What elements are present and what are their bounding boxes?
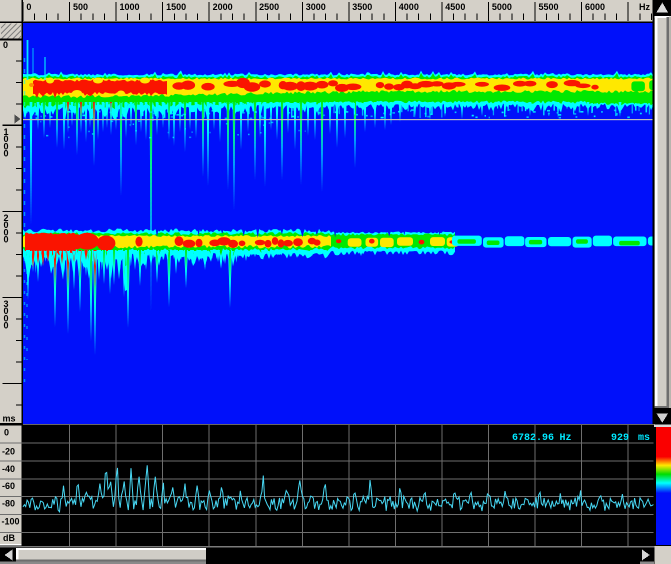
svg-text:Hz: Hz [639,2,650,12]
svg-text:0: 0 [3,40,8,50]
svg-text:3500: 3500 [352,2,372,12]
svg-text:dB: dB [3,533,15,543]
svg-text:2000: 2000 [213,2,233,12]
svg-text:-40: -40 [2,464,15,474]
svg-text:0: 0 [4,235,9,245]
svg-text:4000: 4000 [399,2,419,12]
svg-text:1500: 1500 [166,2,186,12]
svg-text:0: 0 [4,321,9,331]
svg-text:4500: 4500 [445,2,465,12]
svg-text:500: 500 [73,2,88,12]
svg-text:0: 0 [4,427,9,437]
svg-text:Hz: Hz [560,433,572,444]
svg-text:ms: ms [3,414,16,424]
svg-text:ms: ms [638,433,650,444]
svg-text:0: 0 [26,2,31,12]
svg-text:929: 929 [611,433,629,444]
svg-text:2500: 2500 [259,2,279,12]
svg-text:6000: 6000 [585,2,605,12]
svg-text:-60: -60 [2,481,15,491]
svg-text:1000: 1000 [120,2,140,12]
svg-text:3000: 3000 [306,2,326,12]
svg-text:-20: -20 [2,446,15,456]
svg-text:0: 0 [4,149,9,159]
svg-text:-80: -80 [2,499,15,509]
svg-text:5500: 5500 [539,2,559,12]
svg-text:5000: 5000 [492,2,512,12]
svg-text:-100: -100 [2,517,20,527]
svg-text:6782.96: 6782.96 [512,433,554,444]
